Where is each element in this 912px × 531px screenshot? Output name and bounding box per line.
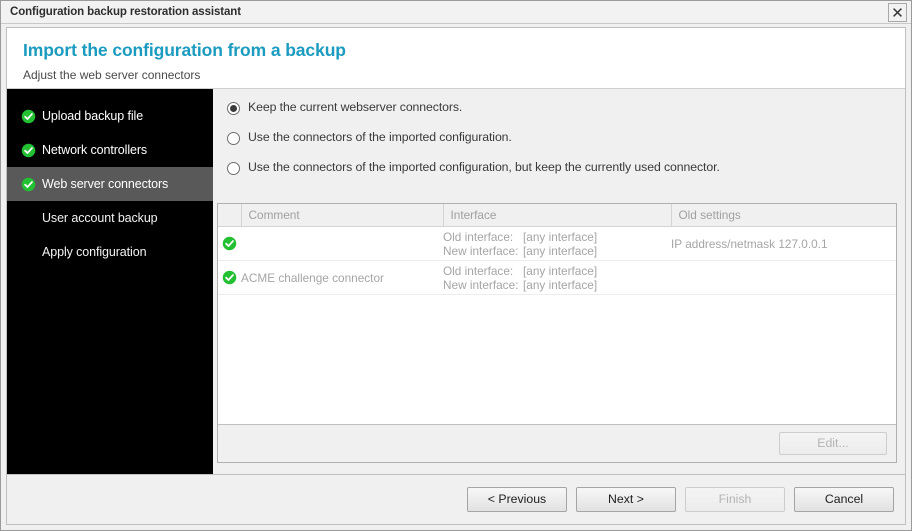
table-row[interactable]: Old interface: [any interface] New inter… (218, 226, 896, 261)
sidebar-item-label: Web server connectors (42, 177, 169, 191)
previous-button[interactable]: < Previous (467, 487, 567, 512)
new-interface-label: New interface: (443, 243, 519, 258)
dialog-body: Upload backup file Network controllers W… (7, 89, 905, 524)
radio-option-keep-current[interactable]: Keep the current webserver connectors. (227, 100, 905, 130)
sidebar-item-label: Upload backup file (42, 109, 144, 123)
main-content: Keep the current webserver connectors. U… (213, 89, 905, 524)
wizard-footer: < Previous Next > Finish Cancel (7, 474, 905, 524)
row-comment-cell: ACME challenge connector (241, 260, 443, 295)
window-title: Configuration backup restoration assista… (10, 6, 241, 18)
sidebar-item-network-controllers[interactable]: Network controllers (7, 133, 213, 167)
row-status-cell (218, 260, 241, 295)
row-interface-cell: Old interface: [any interface] New inter… (443, 226, 671, 261)
radio-button[interactable] (227, 102, 240, 115)
old-interface-label: Old interface: (443, 263, 514, 278)
wizard-steps-sidebar: Upload backup file Network controllers W… (7, 89, 213, 481)
page-title: Import the configuration from a backup (23, 40, 346, 60)
row-comment-cell (241, 226, 443, 261)
table-row[interactable]: ACME challenge connector Old interface: … (218, 260, 896, 295)
new-interface-line: New interface: [any interface] (443, 278, 671, 292)
cancel-button[interactable]: Cancel (794, 487, 894, 512)
connector-mode-radio-group: Keep the current webserver connectors. U… (213, 89, 905, 190)
row-interface-cell: Old interface: [any interface] New inter… (443, 260, 671, 295)
sidebar-item-upload-backup-file[interactable]: Upload backup file (7, 99, 213, 133)
table-empty-area (218, 295, 896, 424)
sidebar-item-label: Apply configuration (42, 245, 147, 259)
new-interface-label: New interface: (443, 277, 519, 292)
check-circle-icon (222, 270, 237, 285)
finish-button[interactable]: Finish (685, 487, 785, 512)
row-old-settings-cell: IP address/netmask 127.0.0.1 (671, 226, 896, 261)
radio-option-label: Keep the current webserver connectors. (248, 100, 463, 114)
sidebar-item-web-server-connectors[interactable]: Web server connectors (7, 167, 213, 201)
new-interface-line: New interface: [any interface] (443, 244, 671, 258)
old-interface-line: Old interface: [any interface] (443, 264, 671, 278)
column-header-comment[interactable]: Comment (241, 204, 444, 227)
configuration-backup-restoration-window: Configuration backup restoration assista… (0, 0, 912, 531)
old-interface-label: Old interface: (443, 229, 514, 244)
radio-option-label: Use the connectors of the imported confi… (248, 160, 720, 174)
title-bar: Configuration backup restoration assista… (1, 1, 911, 24)
old-interface-line: Old interface: [any interface] (443, 230, 671, 244)
sidebar-item-label: Network controllers (42, 143, 148, 157)
column-header-old-settings[interactable]: Old settings (671, 204, 896, 227)
column-header-interface[interactable]: Interface (443, 204, 672, 227)
check-circle-icon (21, 177, 36, 191)
edit-button[interactable]: Edit... (779, 432, 887, 455)
old-interface-value: [any interface] (523, 263, 598, 278)
page-header: Import the configuration from a backup A… (7, 28, 905, 89)
check-circle-icon (21, 143, 36, 157)
page-subtitle: Adjust the web server connectors (23, 68, 201, 82)
close-icon[interactable] (888, 3, 907, 22)
check-circle-icon (21, 109, 36, 123)
table-header-row: Comment Interface Old settings (218, 204, 896, 227)
table-body: Old interface: [any interface] New inter… (218, 226, 896, 295)
row-old-settings-cell (671, 260, 896, 295)
radio-option-use-imported[interactable]: Use the connectors of the imported confi… (227, 130, 905, 160)
old-interface-value: [any interface] (523, 229, 598, 244)
new-interface-value: [any interface] (523, 243, 598, 258)
table-action-bar: Edit... (218, 424, 896, 462)
table-header: Comment Interface Old settings (218, 204, 896, 227)
sidebar-item-user-account-backup[interactable]: User account backup (7, 201, 213, 235)
connectors-table: Comment Interface Old settings Old inter… (218, 204, 896, 295)
next-button[interactable]: Next > (576, 487, 676, 512)
column-header-state[interactable] (218, 204, 242, 227)
check-circle-icon (222, 236, 237, 251)
sidebar-item-label: User account backup (42, 211, 158, 225)
radio-button[interactable] (227, 162, 240, 175)
radio-option-label: Use the connectors of the imported confi… (248, 130, 512, 144)
new-interface-value: [any interface] (523, 277, 598, 292)
radio-button[interactable] (227, 132, 240, 145)
sidebar-item-apply-configuration[interactable]: Apply configuration (7, 235, 213, 269)
radio-option-use-imported-keep-current[interactable]: Use the connectors of the imported confi… (227, 160, 905, 190)
connectors-table-panel: Comment Interface Old settings Old inter… (217, 203, 897, 463)
row-status-cell (218, 226, 241, 261)
dialog-frame: Import the configuration from a backup A… (6, 27, 906, 525)
